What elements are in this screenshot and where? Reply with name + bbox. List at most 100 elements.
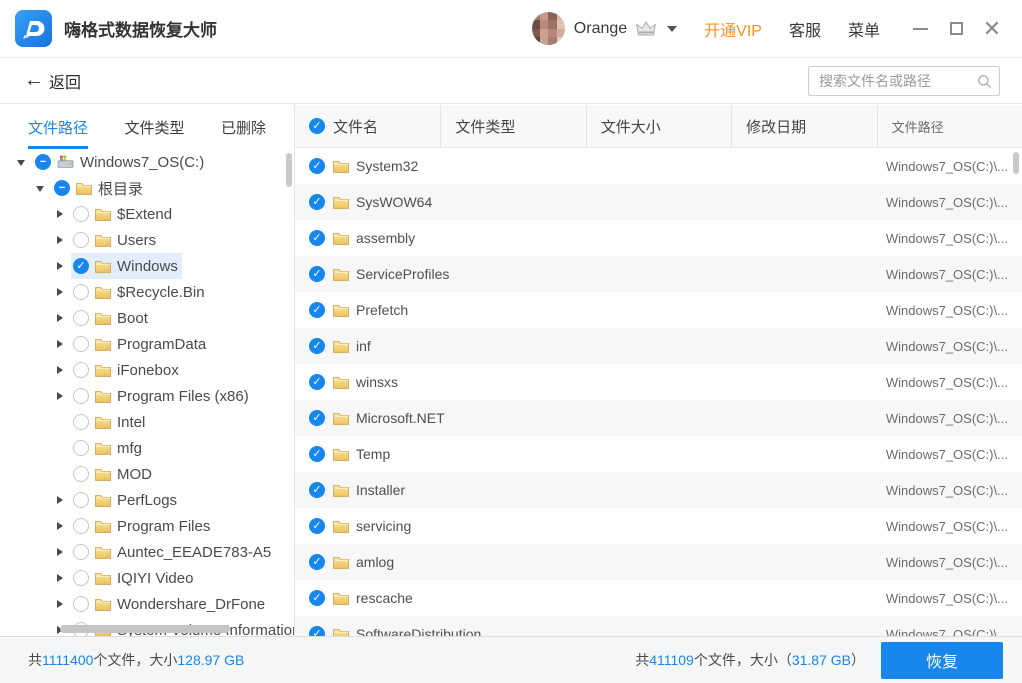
expand-arrow-icon[interactable] bbox=[54, 234, 67, 246]
customer-service-button[interactable]: 客服 bbox=[789, 17, 821, 41]
table-row[interactable]: ✓amlogWindows7_OS(C:)\... bbox=[295, 544, 1022, 580]
row-checkbox-icon[interactable]: ✓ bbox=[309, 374, 325, 390]
row-checkbox-icon[interactable]: ✓ bbox=[309, 338, 325, 354]
checkbox-unchecked-icon[interactable] bbox=[73, 310, 89, 326]
row-checkbox-icon[interactable]: ✓ bbox=[309, 554, 325, 570]
table-row[interactable]: ✓SysWOW64Windows7_OS(C:)\... bbox=[295, 184, 1022, 220]
table-row[interactable]: ✓SoftwareDistributionWindows7_OS(C:)\... bbox=[295, 616, 1022, 636]
tab-file-path[interactable]: 文件路径 bbox=[28, 105, 88, 149]
tree-item[interactable]: Program Files (x86) bbox=[0, 383, 294, 409]
tree-item[interactable]: $Recycle.Bin bbox=[0, 279, 294, 305]
checkbox-partial-icon[interactable]: − bbox=[35, 154, 51, 170]
user-avatar[interactable] bbox=[532, 12, 565, 45]
tree-item[interactable]: IQIYI Video bbox=[0, 565, 294, 591]
checkbox-unchecked-icon[interactable] bbox=[73, 414, 89, 430]
row-checkbox-icon[interactable]: ✓ bbox=[309, 266, 325, 282]
expand-arrow-icon[interactable] bbox=[54, 494, 67, 506]
expand-arrow-icon[interactable] bbox=[54, 364, 67, 376]
table-vertical-scrollbar[interactable] bbox=[1013, 152, 1019, 174]
checkbox-unchecked-icon[interactable] bbox=[73, 570, 89, 586]
checkbox-unchecked-icon[interactable] bbox=[73, 284, 89, 300]
row-checkbox-icon[interactable]: ✓ bbox=[309, 590, 325, 606]
checkbox-unchecked-icon[interactable] bbox=[73, 362, 89, 378]
tree-item[interactable]: iFonebox bbox=[0, 357, 294, 383]
column-header-3[interactable]: 修改日期 bbox=[731, 105, 876, 147]
user-dropdown-caret-icon[interactable] bbox=[667, 26, 677, 32]
minimize-button[interactable] bbox=[902, 11, 938, 47]
row-checkbox-icon[interactable]: ✓ bbox=[309, 410, 325, 426]
recover-button[interactable]: 恢复 bbox=[881, 642, 1003, 679]
tab-file-type[interactable]: 文件类型 bbox=[124, 105, 184, 149]
column-header-1[interactable]: 文件类型 bbox=[440, 105, 585, 147]
tree-item[interactable]: Users bbox=[0, 227, 294, 253]
tree-item[interactable]: Auntec_EEADE783-A5 bbox=[0, 539, 294, 565]
tree-item[interactable]: MOD bbox=[0, 461, 294, 487]
checkbox-unchecked-icon[interactable] bbox=[73, 518, 89, 534]
tab-deleted[interactable]: 已删除 bbox=[221, 105, 266, 149]
collapse-arrow-icon[interactable] bbox=[35, 182, 48, 194]
expand-arrow-icon[interactable] bbox=[54, 546, 67, 558]
row-checkbox-icon[interactable]: ✓ bbox=[309, 302, 325, 318]
checkbox-unchecked-icon[interactable] bbox=[73, 596, 89, 612]
tree-item[interactable]: Intel bbox=[0, 409, 294, 435]
row-checkbox-icon[interactable]: ✓ bbox=[309, 230, 325, 246]
tree-item[interactable]: −Windows7_OS(C:) bbox=[0, 149, 294, 175]
expand-arrow-icon[interactable] bbox=[54, 338, 67, 350]
checkbox-unchecked-icon[interactable] bbox=[73, 440, 89, 456]
checkbox-checked-icon[interactable]: ✓ bbox=[73, 258, 89, 274]
tree-item[interactable]: $Extend bbox=[0, 201, 294, 227]
back-button[interactable]: ← 返回 bbox=[24, 69, 81, 93]
tree-item[interactable]: Boot bbox=[0, 305, 294, 331]
table-row[interactable]: ✓InstallerWindows7_OS(C:)\... bbox=[295, 472, 1022, 508]
open-vip-button[interactable]: 开通VIP bbox=[704, 17, 762, 41]
close-button[interactable]: ✕ bbox=[974, 11, 1010, 47]
row-checkbox-icon[interactable]: ✓ bbox=[309, 482, 325, 498]
table-row[interactable]: ✓rescacheWindows7_OS(C:)\... bbox=[295, 580, 1022, 616]
column-header-0[interactable]: ✓文件名 bbox=[295, 105, 440, 147]
row-checkbox-icon[interactable]: ✓ bbox=[309, 446, 325, 462]
table-row[interactable]: ✓ServiceProfilesWindows7_OS(C:)\... bbox=[295, 256, 1022, 292]
checkbox-unchecked-icon[interactable] bbox=[73, 492, 89, 508]
maximize-button[interactable] bbox=[938, 11, 974, 47]
checkbox-unchecked-icon[interactable] bbox=[73, 336, 89, 352]
expand-arrow-icon[interactable] bbox=[54, 598, 67, 610]
checkbox-unchecked-icon[interactable] bbox=[73, 388, 89, 404]
menu-button[interactable]: 菜单 bbox=[848, 17, 880, 41]
expand-arrow-icon[interactable] bbox=[54, 520, 67, 532]
tree-item[interactable]: mfg bbox=[0, 435, 294, 461]
expand-arrow-icon[interactable] bbox=[54, 572, 67, 584]
table-row[interactable]: ✓servicingWindows7_OS(C:)\... bbox=[295, 508, 1022, 544]
table-row[interactable]: ✓winsxsWindows7_OS(C:)\... bbox=[295, 364, 1022, 400]
table-row[interactable]: ✓PrefetchWindows7_OS(C:)\... bbox=[295, 292, 1022, 328]
search-icon[interactable] bbox=[977, 74, 992, 94]
column-header-2[interactable]: 文件大小 bbox=[586, 105, 731, 147]
expand-arrow-icon[interactable] bbox=[54, 390, 67, 402]
table-row[interactable]: ✓TempWindows7_OS(C:)\... bbox=[295, 436, 1022, 472]
checkbox-unchecked-icon[interactable] bbox=[73, 466, 89, 482]
row-checkbox-icon[interactable]: ✓ bbox=[309, 158, 325, 174]
tree-item[interactable]: Wondershare_DrFone bbox=[0, 591, 294, 617]
row-checkbox-icon[interactable]: ✓ bbox=[309, 626, 325, 636]
tree-item[interactable]: Program Files bbox=[0, 513, 294, 539]
tree-item[interactable]: ProgramData bbox=[0, 331, 294, 357]
column-header-4[interactable]: 文件路径 bbox=[877, 105, 1022, 147]
row-checkbox-icon[interactable]: ✓ bbox=[309, 518, 325, 534]
tree-vertical-scrollbar[interactable] bbox=[286, 153, 292, 187]
expand-arrow-icon[interactable] bbox=[54, 312, 67, 324]
checkbox-unchecked-icon[interactable] bbox=[73, 544, 89, 560]
select-all-checkbox[interactable]: ✓ bbox=[309, 118, 325, 134]
expand-arrow-icon[interactable] bbox=[54, 286, 67, 298]
checkbox-partial-icon[interactable]: − bbox=[54, 180, 70, 196]
tree-horizontal-scrollbar[interactable] bbox=[60, 625, 230, 633]
tree-item[interactable]: −根目录 bbox=[0, 175, 294, 201]
expand-arrow-icon[interactable] bbox=[54, 208, 67, 220]
checkbox-unchecked-icon[interactable] bbox=[73, 232, 89, 248]
table-row[interactable]: ✓Microsoft.NETWindows7_OS(C:)\... bbox=[295, 400, 1022, 436]
checkbox-unchecked-icon[interactable] bbox=[73, 206, 89, 222]
collapse-arrow-icon[interactable] bbox=[16, 156, 29, 168]
table-row[interactable]: ✓infWindows7_OS(C:)\... bbox=[295, 328, 1022, 364]
table-row[interactable]: ✓System32Windows7_OS(C:)\... bbox=[295, 148, 1022, 184]
row-checkbox-icon[interactable]: ✓ bbox=[309, 194, 325, 210]
table-row[interactable]: ✓assemblyWindows7_OS(C:)\... bbox=[295, 220, 1022, 256]
tree-item[interactable]: PerfLogs bbox=[0, 487, 294, 513]
